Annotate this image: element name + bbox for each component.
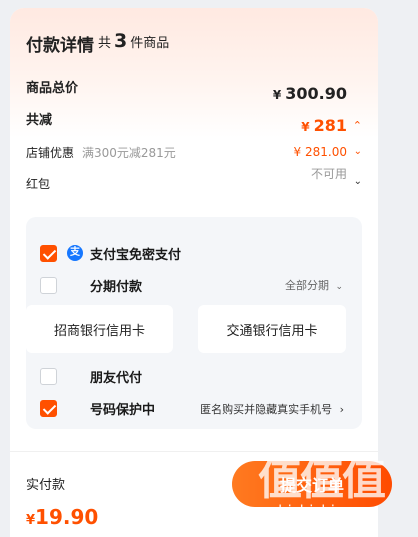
number-protection-label[interactable]: 号码保护中 (90, 399, 155, 418)
installment-label[interactable]: 分期付款 (90, 276, 142, 295)
submit-order-button[interactable]: 提交订单 (232, 461, 392, 507)
payment-detail-card: 付款详情 共 3 件商品 商品总价 ¥300.90 共减 ¥281 ⌃ 店铺优惠… (10, 8, 378, 537)
installment-checkbox[interactable] (40, 277, 57, 294)
friend-pay-checkbox[interactable] (40, 368, 57, 385)
total-price-label: 商品总价 (26, 81, 79, 96)
payment-methods-panel: 支 支付宝免密支付 分期付款 全部分期 ⌄ 招商银行信用卡 交通银行信用卡 朋友… (26, 217, 362, 429)
red-packet-status: 不可用 (310, 167, 347, 181)
shop-discount-label: 店铺优惠 (26, 146, 75, 160)
shop-discount-amount: 281.00 (305, 145, 347, 159)
item-count-number: 3 (114, 30, 128, 52)
paid-amount-currency: ¥ (26, 513, 36, 528)
paid-amount-label: 实付款 (26, 478, 66, 493)
paid-amount-number: 19.90 (35, 505, 99, 529)
total-reduction-amount: 281 (313, 116, 347, 135)
total-price-currency: ¥ (272, 88, 282, 102)
installment-all-link[interactable]: 全部分期 ⌄ (285, 277, 343, 293)
friend-pay-label[interactable]: 朋友代付 (90, 367, 142, 386)
footer-divider (10, 451, 378, 452)
number-protection-desc: 匿名购买并隐藏真实手机号 (200, 403, 333, 416)
chevron-down-icon: ⌄ (335, 282, 343, 292)
shop-discount-value[interactable]: ¥ 281.00 (294, 145, 347, 159)
total-price-value: ¥300.90 (273, 84, 347, 103)
chevron-down-icon[interactable]: ⌄ (354, 146, 362, 157)
shop-discount-currency: ¥ (293, 145, 302, 159)
red-packet-label: 红包 (26, 177, 51, 191)
item-count-prefix: 共 (98, 36, 112, 51)
installment-all-label: 全部分期 (284, 279, 329, 292)
page-title: 付款详情 (26, 36, 94, 56)
item-count: 共 3 件商品 (98, 30, 169, 52)
alipay-label[interactable]: 支付宝免密支付 (90, 244, 181, 263)
alipay-icon: 支 (67, 245, 83, 261)
chevron-up-icon[interactable]: ⌃ (353, 119, 362, 132)
number-protection-checkbox[interactable] (40, 400, 57, 417)
chevron-down-icon[interactable]: ⌄ (354, 176, 362, 187)
total-reduction-value[interactable]: ¥281 (301, 116, 347, 135)
total-price-amount: 300.90 (285, 84, 347, 103)
number-protection-desc-link[interactable]: 匿名购买并隐藏真实手机号 › (200, 401, 344, 417)
alipay-checkbox[interactable] (40, 245, 57, 262)
chevron-right-icon: › (339, 403, 344, 416)
shop-discount-desc: 满300元减281元 (82, 146, 176, 160)
total-reduction-currency: ¥ (301, 120, 310, 134)
total-reduction-label: 共减 (26, 113, 53, 128)
item-count-suffix: 件商品 (130, 36, 170, 51)
bank-option-cmb[interactable]: 招商银行信用卡 (26, 305, 173, 353)
bank-option-bocom[interactable]: 交通银行信用卡 (198, 305, 346, 353)
paid-amount-value: ¥19.90 (26, 505, 98, 529)
